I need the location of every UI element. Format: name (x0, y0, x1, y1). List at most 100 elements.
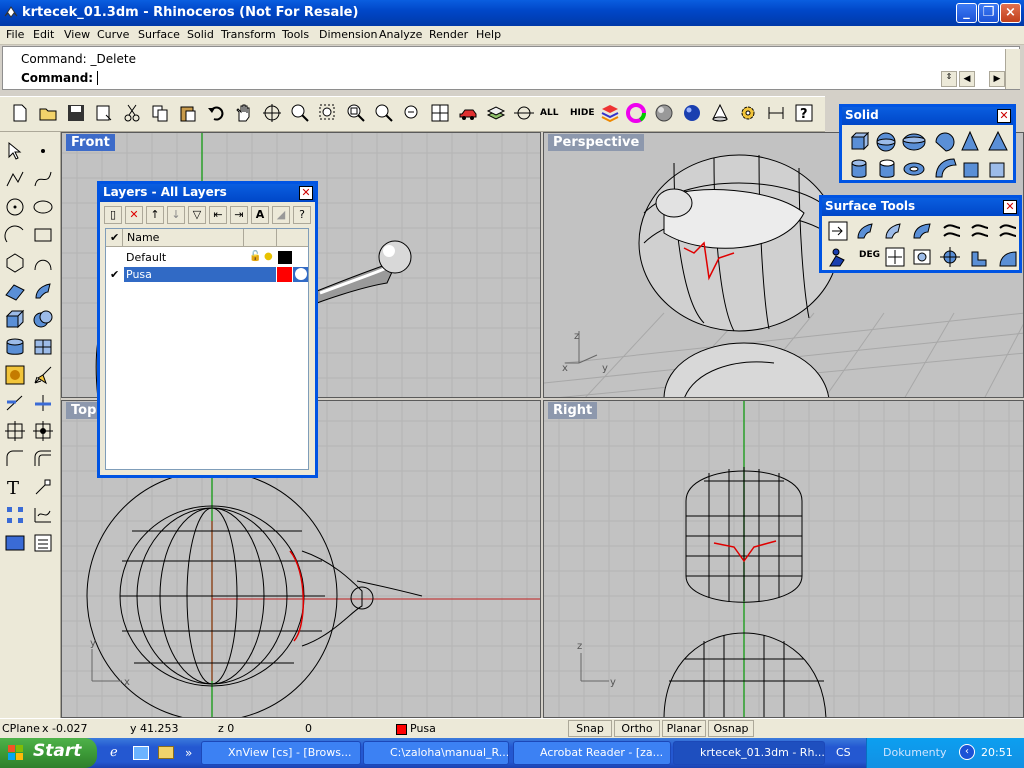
layers-close-button[interactable]: ✕ (299, 186, 313, 200)
current-layer-name[interactable]: Pusa (410, 722, 436, 735)
text-format-icon[interactable]: A (251, 206, 269, 224)
freeform-curve-icon[interactable] (32, 252, 54, 274)
task-explorer[interactable]: C:\zaloha\manual_R... (363, 741, 509, 765)
menu-view[interactable]: View (64, 28, 90, 41)
cylinder-icon[interactable] (4, 336, 26, 358)
export-layer-icon[interactable]: ⇥ (230, 206, 248, 224)
viewport-label-perspective[interactable]: Perspective (548, 134, 645, 151)
layers-help-icon[interactable]: ? (293, 206, 311, 224)
layer-color-swatch[interactable] (278, 251, 292, 264)
print-setup-icon[interactable] (94, 103, 114, 123)
menu-dimension[interactable]: Dimension (319, 28, 377, 41)
render-icon[interactable] (4, 364, 26, 386)
snap-toggle[interactable]: Snap (568, 720, 612, 737)
documents-toolbar[interactable]: Dokumenty (883, 746, 946, 759)
box-icon[interactable] (4, 308, 26, 330)
ellipse-icon[interactable] (32, 196, 54, 218)
polygon-icon[interactable] (4, 252, 26, 274)
undo-icon[interactable] (206, 103, 226, 123)
split-icon[interactable] (32, 392, 54, 414)
menu-file[interactable]: File (6, 28, 24, 41)
osnap-toggle[interactable]: Osnap (708, 720, 754, 737)
unlock-icon[interactable]: 🔓 (249, 251, 261, 262)
explode-icon[interactable] (32, 476, 54, 498)
menu-render[interactable]: Render (429, 28, 468, 41)
light-icon[interactable] (710, 103, 730, 123)
points-on-icon[interactable] (4, 504, 26, 526)
move-down-icon[interactable]: ↓ (167, 206, 185, 224)
menu-tools[interactable]: Tools (282, 28, 309, 41)
dimension-icon[interactable] (766, 103, 786, 123)
trim-icon[interactable] (4, 392, 26, 414)
planar-toggle[interactable]: Planar (662, 720, 706, 737)
layer-name[interactable]: Default (126, 251, 166, 264)
solid-tools-icon[interactable] (32, 308, 54, 330)
restore-button[interactable]: ❐ (978, 3, 999, 23)
cplane-label[interactable]: CPlane (2, 722, 40, 735)
command-scrollbar[interactable] (1005, 49, 1020, 89)
mesh-icon[interactable] (32, 336, 54, 358)
viewport-right[interactable]: z y Right (543, 400, 1024, 718)
menu-help[interactable]: Help (476, 28, 501, 41)
scroll-left-button[interactable]: ◀ (959, 71, 975, 87)
triangle-icon[interactable]: ◢ (272, 206, 290, 224)
start-button[interactable]: Start (0, 738, 97, 768)
render-sphere-icon[interactable] (654, 103, 674, 123)
zoom-extents-icon[interactable] (346, 103, 366, 123)
scroll-right-button[interactable]: ▶ (989, 71, 1005, 87)
viewport-label-front[interactable]: Front (66, 134, 115, 151)
current-layer-color[interactable] (396, 724, 407, 735)
deg-button[interactable]: DEG (859, 250, 880, 260)
quicklaunch-ie-icon[interactable]: ℯ (110, 745, 118, 760)
analyze-icon[interactable] (32, 364, 54, 386)
paste-icon[interactable] (178, 103, 198, 123)
copy-icon[interactable] (150, 103, 170, 123)
zoom-window-icon[interactable] (318, 103, 338, 123)
quicklaunch-expand-icon[interactable]: » (185, 746, 192, 760)
move-up-icon[interactable]: ↑ (146, 206, 164, 224)
curve-icon[interactable] (32, 168, 54, 190)
layer-row-pusa[interactable]: ✔ Pusa (106, 266, 308, 283)
open-folder-icon[interactable] (38, 103, 58, 123)
select-all-button[interactable]: ALL (540, 108, 566, 128)
bulb-on-icon[interactable]: ● (264, 251, 273, 262)
menu-edit[interactable]: Edit (33, 28, 54, 41)
minimize-button[interactable]: _ (956, 3, 977, 23)
command-prompt[interactable]: Command: (21, 71, 93, 85)
ortho-toggle[interactable]: Ortho (614, 720, 660, 737)
surface-tools-row1[interactable] (826, 218, 1018, 246)
offset-icon[interactable] (32, 448, 54, 470)
material-sphere-icon[interactable] (295, 268, 307, 280)
pan-hand-icon[interactable] (234, 103, 254, 123)
solid-panel-title[interactable]: Solid (842, 107, 1013, 125)
import-layer-icon[interactable]: ⇤ (209, 206, 227, 224)
close-button[interactable]: × (1000, 3, 1021, 23)
task-acrobat[interactable]: Acrobat Reader - [za... (513, 741, 671, 765)
surface-panel-title[interactable]: Surface Tools (822, 198, 1019, 216)
surface-close-button[interactable]: ✕ (1003, 200, 1017, 214)
quicklaunch-lite-icon[interactable] (133, 746, 149, 760)
task-rhino[interactable]: krtecek_01.3dm - Rh... (673, 741, 825, 765)
zoom-dynamic-icon[interactable] (290, 103, 310, 123)
menu-surface[interactable]: Surface (138, 28, 180, 41)
save-icon[interactable] (66, 103, 86, 123)
help-icon[interactable]: ? (794, 103, 814, 123)
settings-gear-icon[interactable] (738, 103, 758, 123)
solid-close-button[interactable]: ✕ (997, 109, 1011, 123)
hide-button[interactable]: HIDE (570, 108, 598, 128)
task-xnview[interactable]: XnView [cs] - [Brows... (201, 741, 361, 765)
undo-view-icon[interactable] (402, 103, 422, 123)
rotate-view-icon[interactable] (262, 103, 282, 123)
filter-icon[interactable]: ▽ (188, 206, 206, 224)
menu-transform[interactable]: Transform (221, 28, 276, 41)
fillet-icon[interactable] (4, 448, 26, 470)
name-column-header[interactable]: Name (127, 231, 159, 244)
tray-expand-icon[interactable]: ‹ (959, 744, 975, 760)
layers-panel-title[interactable]: Layers - All Layers (100, 184, 315, 202)
rebuild-icon[interactable] (32, 504, 54, 526)
viewport-label-right[interactable]: Right (548, 402, 598, 419)
select-all-car-icon[interactable] (458, 103, 478, 123)
zoom-selected-icon[interactable] (374, 103, 394, 123)
object-snap-icon[interactable] (514, 103, 534, 123)
delete-layer-icon[interactable]: ✕ (125, 206, 143, 224)
